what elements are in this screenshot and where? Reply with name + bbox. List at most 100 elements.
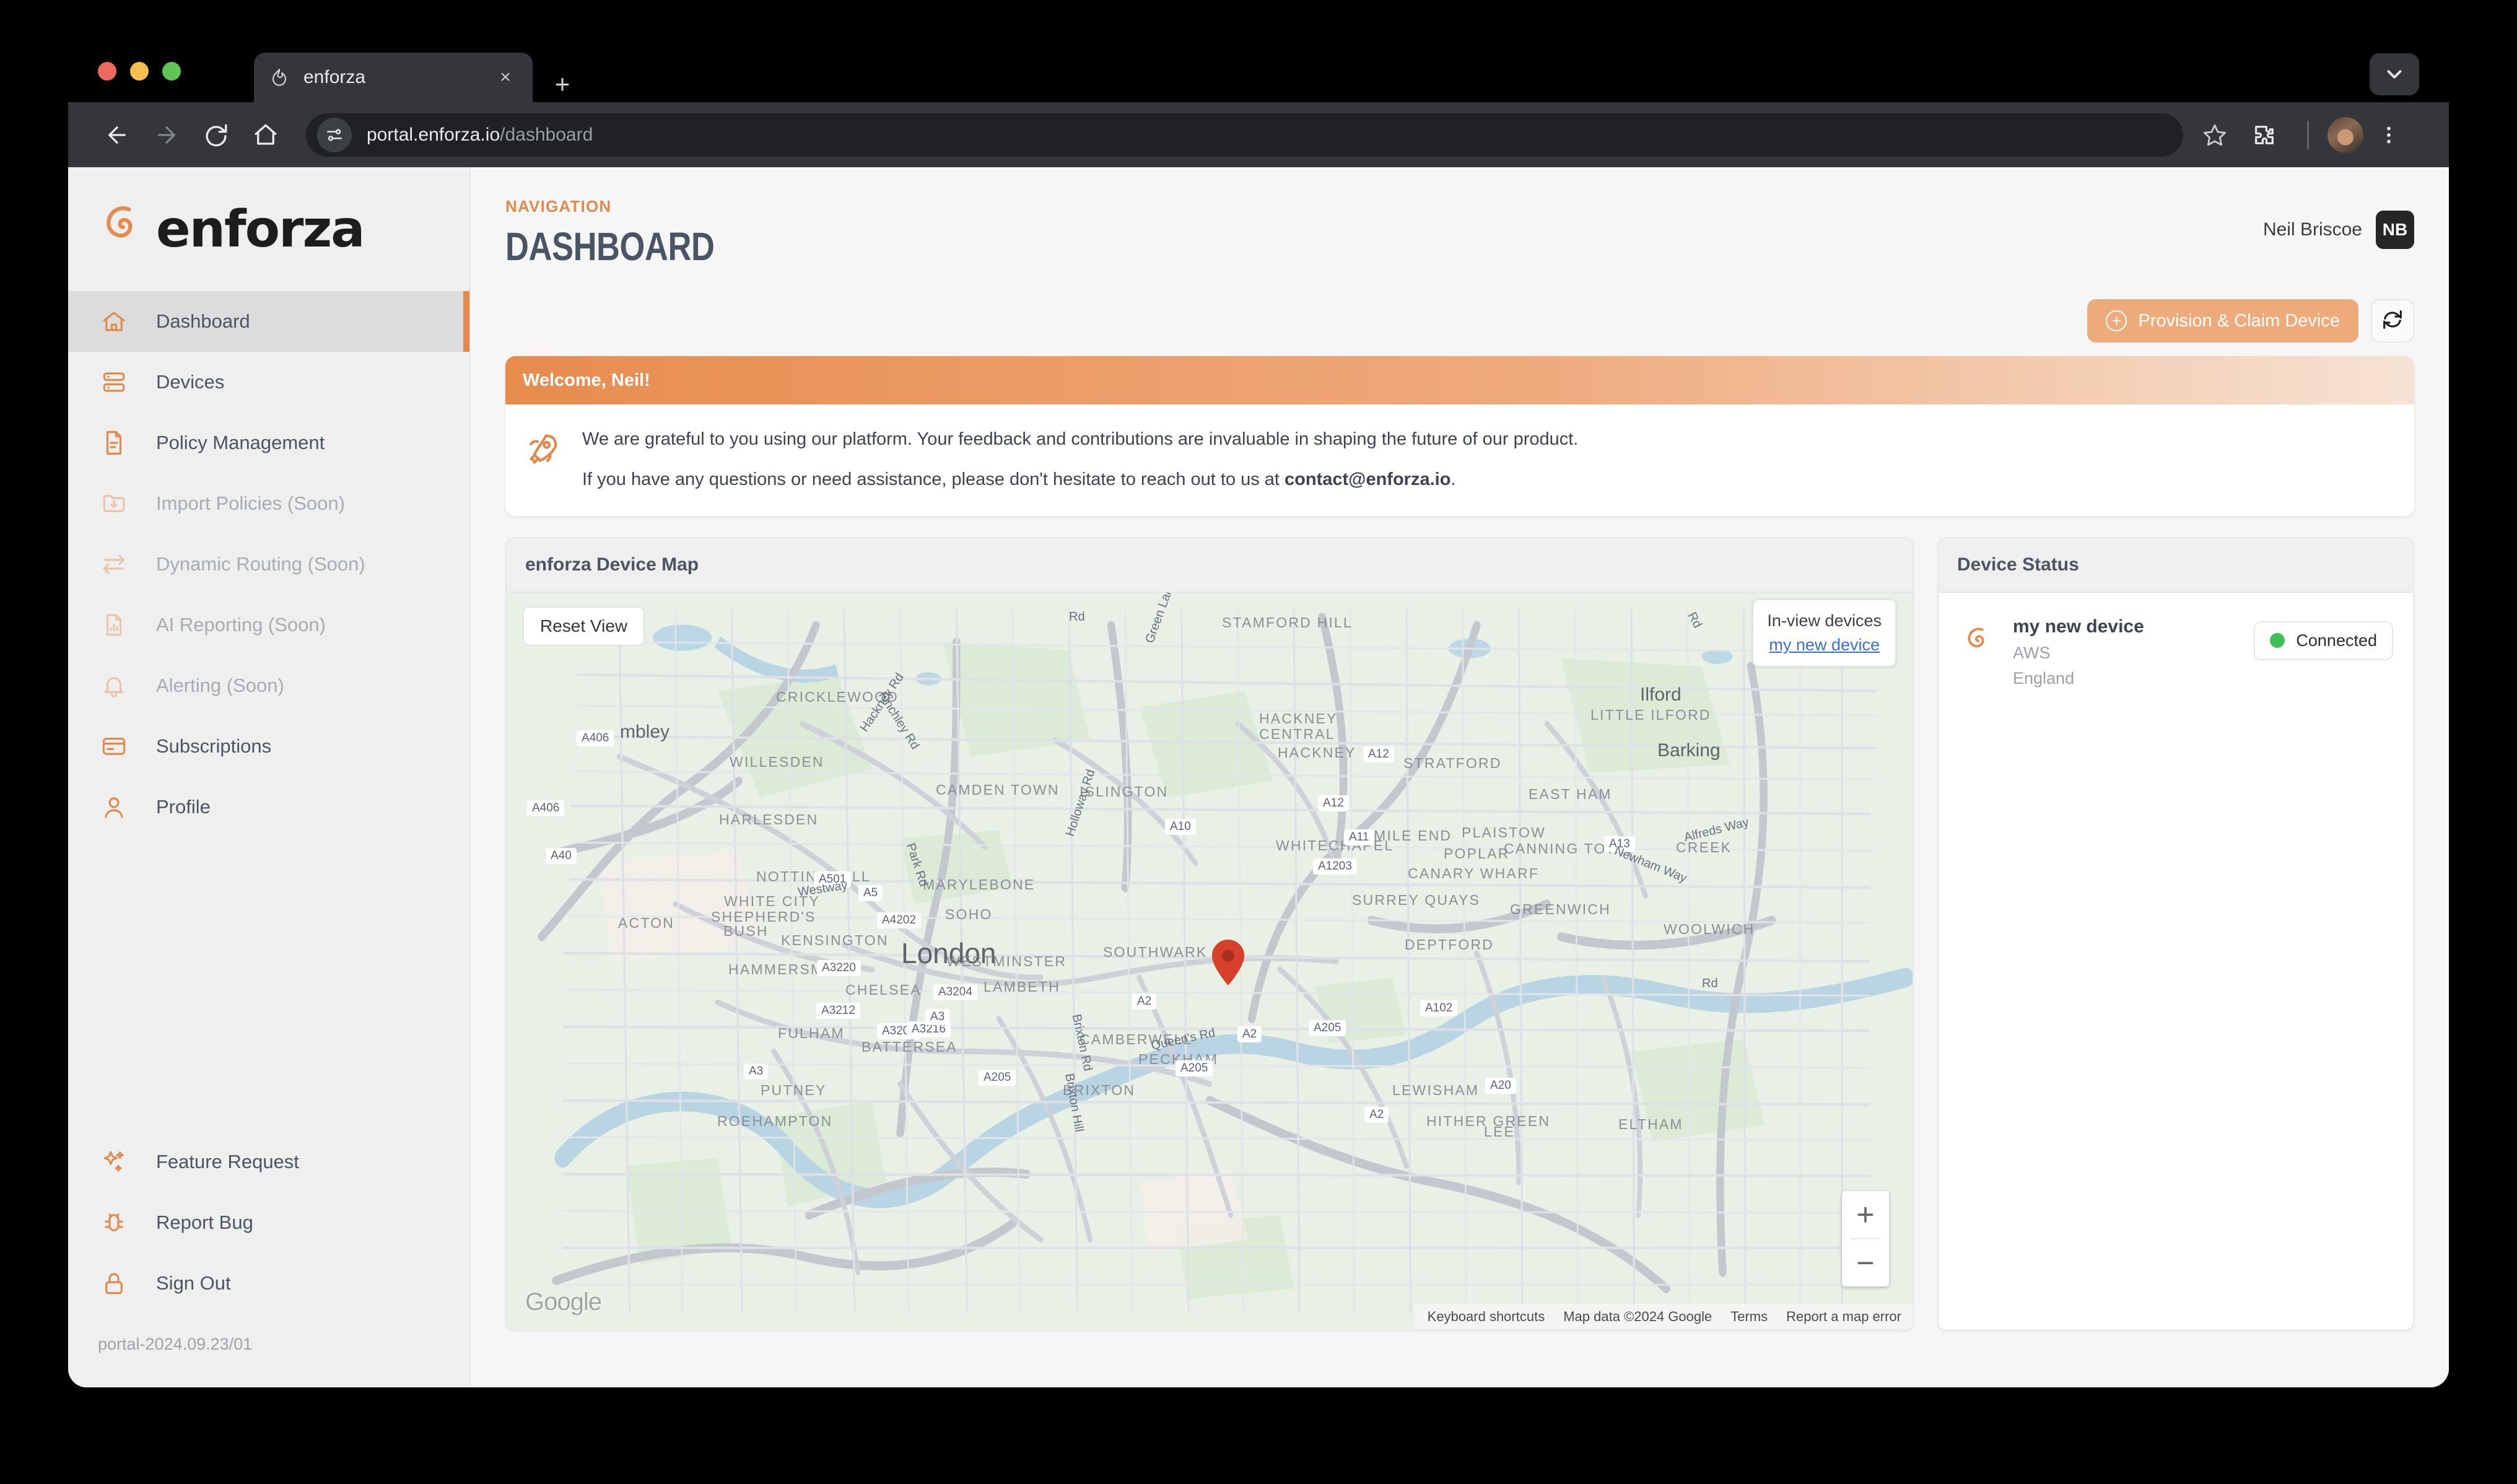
tab-title: enforza xyxy=(303,67,366,87)
chevron-down-icon[interactable] xyxy=(2370,53,2419,95)
sidebar-item-subscriptions[interactable]: Subscriptions xyxy=(68,716,469,777)
google-map[interactable]: Reset View In-view devices my new device… xyxy=(507,592,1913,1330)
url-domain: portal.enforza.io xyxy=(367,124,500,145)
contact-email[interactable]: contact@enforza.io xyxy=(1285,469,1450,489)
provision-claim-device-button[interactable]: + Provision & Claim Device xyxy=(2087,299,2358,343)
close-icon[interactable]: × xyxy=(493,65,518,90)
brand-name: enforza xyxy=(156,199,365,259)
minimize-window-button[interactable] xyxy=(130,62,149,81)
map-attribution-bar: Keyboard shortcuts Map data ©2024 Google… xyxy=(1413,1303,1913,1330)
device-status-card: Device Status my new device AWS England … xyxy=(1937,536,2414,1331)
map-road-badge: A12 xyxy=(1318,795,1349,811)
sidebar-item-label: Sign Out xyxy=(156,1272,231,1294)
map-road-badge: A10 xyxy=(1165,818,1196,835)
welcome-line-1: We are grateful to you using our platfor… xyxy=(582,429,1579,449)
device-region: England xyxy=(2013,668,2075,687)
flame-icon xyxy=(94,201,150,257)
report-map-error-link[interactable]: Report a map error xyxy=(1786,1309,1901,1325)
refresh-icon xyxy=(2380,307,2405,335)
address-bar[interactable]: portal.enforza.io/dashboard xyxy=(306,113,2183,157)
home-icon[interactable] xyxy=(246,116,285,154)
map-road-badge: A12 xyxy=(1363,746,1394,762)
swap-arrows-icon xyxy=(98,548,130,580)
zoom-in-button[interactable]: + xyxy=(1842,1191,1889,1238)
forward-icon[interactable] xyxy=(147,116,186,154)
map-road-badge: A5 xyxy=(858,884,883,901)
map-road-badge: A205 xyxy=(1309,1019,1346,1036)
map-road-badge: A2 xyxy=(1132,993,1157,1010)
browser-window: enforza × + portal.enforza.io/dashboard … xyxy=(68,37,2449,1387)
credit-card-icon xyxy=(98,730,130,762)
page-viewport: enforza Dashboard Devices Policy Managem… xyxy=(68,167,2449,1387)
extensions-icon[interactable] xyxy=(2245,116,2284,154)
map-card-title: enforza Device Map xyxy=(507,538,1913,593)
sidebar-item-label: Alerting (Soon) xyxy=(156,674,284,696)
maximize-window-button[interactable] xyxy=(162,62,181,81)
map-road-badge: A3 xyxy=(744,1063,769,1080)
window-traffic-lights xyxy=(98,62,181,81)
in-view-device-link[interactable]: my new device xyxy=(1767,635,1882,655)
status-led-icon xyxy=(2270,633,2285,648)
refresh-button[interactable] xyxy=(2371,299,2414,343)
sidebar-item-alerting[interactable]: Alerting (Soon) xyxy=(68,655,469,716)
map-road-badge: A11 xyxy=(1344,829,1374,845)
map-road-badge: A205 xyxy=(979,1069,1016,1086)
list-item[interactable]: my new device AWS England Connected xyxy=(1958,616,2393,688)
map-road-badge: A40 xyxy=(546,847,577,864)
reset-view-button[interactable]: Reset View xyxy=(523,606,645,646)
browser-menu-icon[interactable] xyxy=(2370,116,2408,154)
terms-link[interactable]: Terms xyxy=(1730,1309,1768,1325)
bookmark-star-icon[interactable] xyxy=(2196,116,2234,154)
sparkles-icon xyxy=(98,1146,130,1178)
breadcrumb: NAVIGATION xyxy=(505,197,612,216)
sidebar-item-label: Feature Request xyxy=(156,1151,299,1172)
map-road-badge: A3212 xyxy=(816,1002,860,1019)
welcome-banner: Welcome, Neil! We are grateful to you us… xyxy=(505,356,2414,516)
map-road-badge: A3220 xyxy=(817,959,861,976)
brand-logo[interactable]: enforza xyxy=(68,167,469,291)
home-icon xyxy=(98,305,130,338)
zoom-out-button[interactable]: − xyxy=(1842,1239,1889,1286)
sidebar-item-policy-management[interactable]: Policy Management xyxy=(68,412,469,473)
reload-icon[interactable] xyxy=(197,116,235,154)
back-icon[interactable] xyxy=(98,116,136,154)
sidebar-item-dynamic-routing[interactable]: Dynamic Routing (Soon) xyxy=(68,534,469,595)
sidebar-item-report-bug[interactable]: Report Bug xyxy=(68,1192,469,1253)
sidebar-item-devices[interactable]: Devices xyxy=(68,352,469,412)
new-tab-button[interactable]: + xyxy=(546,68,578,100)
browser-tabstrip: enforza × + xyxy=(68,37,2449,102)
toolbar-divider xyxy=(2307,120,2309,149)
map-road-name: Rd xyxy=(1702,976,1718,990)
flame-icon xyxy=(269,67,290,88)
map-road-badge: A3204 xyxy=(933,984,977,1000)
toolbar-right-actions xyxy=(2196,116,2419,154)
sidebar-item-import-policies[interactable]: Import Policies (Soon) xyxy=(68,473,469,534)
user-name: Neil Briscoe xyxy=(2262,219,2362,240)
sidebar: enforza Dashboard Devices Policy Managem… xyxy=(68,167,471,1387)
close-window-button[interactable] xyxy=(98,62,116,81)
device-map-pin[interactable] xyxy=(1211,939,1245,985)
device-map-card: enforza Device Map Reset View In-view de… xyxy=(505,536,1914,1331)
map-road-badge: A3 xyxy=(925,1008,950,1025)
sidebar-item-feature-request[interactable]: Feature Request xyxy=(68,1132,469,1192)
keyboard-shortcuts-link[interactable]: Keyboard shortcuts xyxy=(1428,1309,1545,1325)
avatar[interactable]: NB xyxy=(2376,211,2414,249)
device-status-body: my new device AWS England Connected xyxy=(1939,593,2413,712)
sidebar-item-profile[interactable]: Profile xyxy=(68,777,469,837)
sidebar-item-dashboard[interactable]: Dashboard xyxy=(68,291,469,352)
map-graphics xyxy=(507,592,1913,1330)
sidebar-nav: Dashboard Devices Policy Management Impo… xyxy=(68,291,469,837)
page-title: DASHBOARD xyxy=(505,224,715,269)
user-menu[interactable]: Neil Briscoe NB xyxy=(2263,197,2414,249)
site-settings-icon[interactable] xyxy=(317,117,352,152)
browser-tab[interactable]: enforza × xyxy=(254,53,533,102)
sidebar-item-ai-reporting[interactable]: AI Reporting (Soon) xyxy=(68,595,469,655)
sidebar-bottom-nav: Feature Request Report Bug Sign Out port… xyxy=(68,1132,469,1387)
sidebar-item-label: Dynamic Routing (Soon) xyxy=(156,553,365,575)
status-badge-label: Connected xyxy=(2296,631,2377,650)
sidebar-item-label: AI Reporting (Soon) xyxy=(156,614,326,635)
profile-avatar[interactable] xyxy=(2327,116,2363,153)
dashboard-panels: enforza Device Map Reset View In-view de… xyxy=(505,536,2414,1331)
map-road-badge: A2 xyxy=(1364,1106,1389,1123)
sidebar-item-sign-out[interactable]: Sign Out xyxy=(68,1253,469,1314)
